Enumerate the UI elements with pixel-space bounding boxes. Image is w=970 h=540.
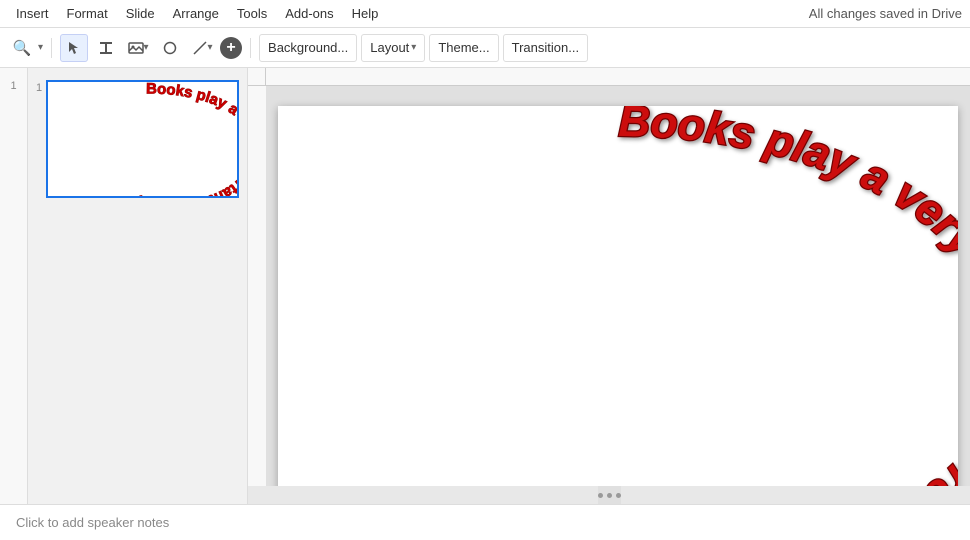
line-arrow: ▾ xyxy=(208,42,213,53)
theme-label: Theme... xyxy=(438,40,489,55)
ruler-top xyxy=(266,68,970,86)
save-status: All changes saved in Drive xyxy=(809,6,962,21)
canvas-area: Books play a very important role in my l… xyxy=(248,68,970,504)
wordart-svg: Books play a very important role in my l… xyxy=(278,106,958,486)
ruler-corner xyxy=(248,68,266,86)
transition-label: Transition... xyxy=(512,40,579,55)
ruler-row xyxy=(248,68,970,86)
scroll-dot-3 xyxy=(616,493,621,498)
menu-help[interactable]: Help xyxy=(344,3,387,24)
canvas-scroll[interactable]: Books play a very important role in my l… xyxy=(266,86,970,486)
zoom-button[interactable]: 🔍 xyxy=(8,34,36,62)
ruler-top-svg xyxy=(266,68,970,86)
thumb-number: 1 xyxy=(36,80,42,94)
text-tool[interactable] xyxy=(92,34,120,62)
menu-slide[interactable]: Slide xyxy=(118,3,163,24)
speaker-notes-placeholder: Click to add speaker notes xyxy=(16,515,169,530)
insert-special[interactable]: + xyxy=(220,37,242,59)
thumb-preview-svg: Books play a very important role in my l… xyxy=(48,82,239,198)
menu-bar: Insert Format Slide Arrange Tools Add-on… xyxy=(0,0,970,28)
background-button[interactable]: Background... xyxy=(259,34,357,62)
scroll-dot-2 xyxy=(607,493,612,498)
ruler-left-svg xyxy=(248,86,266,486)
slide-thumb-panel: 1 Books play a very important role in my… xyxy=(28,68,248,504)
canvas-with-ruler: Books play a very important role in my l… xyxy=(248,86,970,486)
layout-label: Layout xyxy=(370,40,409,55)
scroll-dots xyxy=(598,486,621,504)
select-tool[interactable] xyxy=(60,34,88,62)
shape-tool[interactable] xyxy=(156,34,184,62)
main-area: 1 1 Books play a very important role in … xyxy=(0,68,970,504)
layout-button[interactable]: Layout ▾ xyxy=(361,34,425,62)
svg-text:Books play a very important ro: Books play a very important role in my l… xyxy=(104,82,239,198)
menu-arrange[interactable]: Arrange xyxy=(165,3,227,24)
ruler-left xyxy=(248,86,266,486)
speaker-notes[interactable]: Click to add speaker notes xyxy=(0,504,970,540)
image-arrow: ▾ xyxy=(144,42,149,53)
menu-format[interactable]: Format xyxy=(59,3,116,24)
menu-tools[interactable]: Tools xyxy=(229,3,275,24)
image-tool[interactable]: ▾ xyxy=(124,34,152,62)
slide-number-label: 1 xyxy=(10,80,16,92)
slide-sidebar: 1 xyxy=(0,68,28,504)
transition-button[interactable]: Transition... xyxy=(503,34,588,62)
menu-insert[interactable]: Insert xyxy=(8,3,57,24)
separator-2 xyxy=(250,38,251,58)
zoom-area: 🔍 ▾ xyxy=(8,34,43,62)
separator-1 xyxy=(51,38,52,58)
curved-text-element: Books play a very important role in my l… xyxy=(618,106,958,486)
theme-button[interactable]: Theme... xyxy=(429,34,498,62)
zoom-arrow: ▾ xyxy=(38,42,43,53)
line-tool[interactable]: ▾ xyxy=(188,34,216,62)
scroll-dot-1 xyxy=(598,493,603,498)
toolbar: 🔍 ▾ ▾ ▾ + Background... Layout ▾ Theme..… xyxy=(0,28,970,68)
background-label: Background... xyxy=(268,40,348,55)
slide-canvas[interactable]: Books play a very important role in my l… xyxy=(278,106,958,486)
menu-addons[interactable]: Add-ons xyxy=(277,3,341,24)
slide-thumbnail[interactable]: Books play a very important role in my l… xyxy=(46,80,239,198)
layout-arrow: ▾ xyxy=(411,42,416,53)
